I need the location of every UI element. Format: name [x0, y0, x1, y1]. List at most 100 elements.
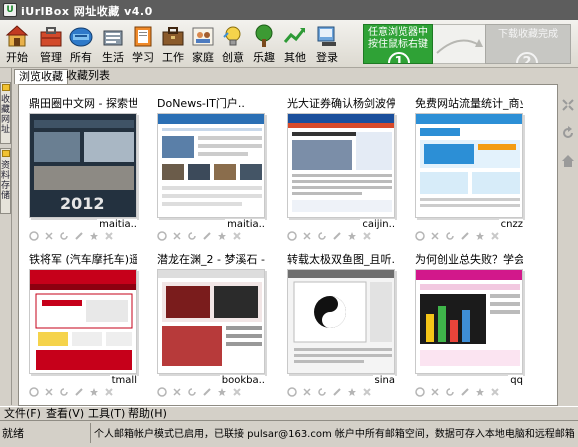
share-icon[interactable] [287, 387, 297, 397]
share-icon[interactable] [415, 231, 425, 241]
refresh-icon[interactable] [187, 231, 197, 241]
cut-icon[interactable] [172, 231, 182, 241]
card-actions [157, 231, 265, 243]
menu-file[interactable]: 文件(F) [4, 408, 41, 420]
thumbnail-caption: 2012 [60, 194, 105, 213]
page-thumbnail[interactable] [415, 269, 523, 374]
toolbar-button-label: 开始 [6, 51, 28, 64]
edit-icon[interactable] [202, 231, 212, 241]
refresh-icon[interactable] [317, 231, 327, 241]
bookmark-card[interactable]: 为何创业总失败？学会.. qq [415, 253, 523, 399]
bookmark-card[interactable]: 转载太极双鱼图_且听.. sina [287, 253, 395, 399]
cut-icon[interactable] [44, 231, 54, 241]
page-thumbnail[interactable] [157, 113, 265, 218]
edit-icon[interactable] [332, 231, 342, 241]
toolbar-button-other[interactable]: 其他 [280, 22, 310, 66]
star-icon[interactable] [89, 387, 99, 397]
refresh-icon[interactable] [445, 231, 455, 241]
notebook-icon [134, 26, 152, 47]
toolbar-button-creative[interactable]: 创意 [218, 22, 248, 66]
delete-icon[interactable] [232, 231, 242, 241]
bookmark-title[interactable]: 免费网站流量统计_商业.. [415, 97, 523, 111]
bookmark-title[interactable]: 转载太极双鱼图_且听.. [287, 253, 395, 267]
side-tab-storage[interactable]: 资料存储 [0, 148, 11, 214]
toolbar-button-life[interactable]: 生活 [98, 22, 128, 66]
bookmark-title[interactable]: 为何创业总失败？学会.. [415, 253, 523, 267]
toolbar-button-work[interactable]: 工作 [158, 22, 188, 66]
share-icon[interactable] [157, 231, 167, 241]
star-icon[interactable] [217, 387, 227, 397]
edit-icon[interactable] [460, 231, 470, 241]
cut-icon[interactable] [172, 387, 182, 397]
toolbar-button-login[interactable]: 登录 [312, 22, 342, 66]
cut-icon[interactable] [302, 387, 312, 397]
share-icon[interactable] [287, 231, 297, 241]
refresh-icon[interactable] [187, 387, 197, 397]
delete-icon[interactable] [232, 387, 242, 397]
star-icon[interactable] [475, 231, 485, 241]
page-thumbnail[interactable] [157, 269, 265, 374]
side-tab-bookmarks[interactable]: 收藏网址 [0, 82, 11, 144]
edit-icon[interactable] [332, 387, 342, 397]
refresh-icon[interactable] [445, 387, 455, 397]
bookmark-title[interactable]: 鼎田圈中文网 - 探索世界.. [29, 97, 137, 111]
bookmark-card[interactable]: 鼎田圈中文网 - 探索世界.. 2012 maitia.. [29, 97, 137, 243]
toolbar-button-study[interactable]: 学习 [128, 22, 158, 66]
cut-icon[interactable] [430, 387, 440, 397]
home-icon[interactable] [561, 154, 575, 168]
toolbar-button-fun[interactable]: 乐趣 [249, 22, 279, 66]
star-icon[interactable] [475, 387, 485, 397]
page-thumbnail[interactable] [287, 113, 395, 218]
share-icon[interactable] [29, 231, 39, 241]
refresh-icon[interactable] [317, 387, 327, 397]
bookmark-domain: sina [372, 375, 395, 387]
toolbar-button-start[interactable]: 开始 [2, 22, 32, 66]
bookmark-title[interactable]: 潜龙在渊_2 - 梦溪石 -.. [157, 253, 265, 267]
refresh-icon[interactable] [59, 231, 69, 241]
toolbar-button-all[interactable]: 所有 [66, 22, 96, 66]
delete-icon[interactable] [362, 231, 372, 241]
menu-help[interactable]: 帮助(H) [128, 408, 167, 420]
bookmark-card[interactable]: 铁将军 (汽车摩托车)遥.. tmall [29, 253, 137, 399]
delete-icon[interactable] [362, 387, 372, 397]
menu-tools[interactable]: 工具(T) [88, 408, 125, 420]
bookmark-title[interactable]: 铁将军 (汽车摩托车)遥.. [29, 253, 137, 267]
tab-browse-bookmarks[interactable]: 浏览收藏 [14, 69, 68, 84]
toolbar-button-manage[interactable]: 管理 [36, 22, 66, 66]
star-icon[interactable] [89, 231, 99, 241]
star-icon[interactable] [217, 231, 227, 241]
delete-icon[interactable] [490, 231, 500, 241]
share-icon[interactable] [29, 387, 39, 397]
edit-icon[interactable] [460, 387, 470, 397]
delete-icon[interactable] [104, 231, 114, 241]
share-icon[interactable] [157, 387, 167, 397]
delete-icon[interactable] [490, 387, 500, 397]
star-icon[interactable] [347, 387, 357, 397]
delete-icon[interactable] [104, 387, 114, 397]
page-thumbnail[interactable]: 2012 [29, 113, 137, 218]
cut-icon[interactable] [302, 231, 312, 241]
menu-view[interactable]: 查看(V) [46, 408, 84, 420]
bookmark-card[interactable]: 免费网站流量统计_商业.. cnzz [415, 97, 523, 243]
bookmark-title[interactable]: 光大证券确认杨剑波停职.. [287, 97, 395, 111]
edit-icon[interactable] [74, 387, 84, 397]
bookmark-card[interactable]: 光大证券确认杨剑波停职.. caijin.. [287, 97, 395, 243]
bookmark-card[interactable]: DoNews-IT门户.. maitia.. [157, 97, 265, 243]
page-thumbnail[interactable] [415, 113, 523, 218]
page-thumbnail[interactable] [29, 269, 137, 374]
bookmark-title[interactable]: DoNews-IT门户.. [157, 97, 265, 111]
toolbar-button-label: 学习 [132, 51, 154, 64]
refresh-icon[interactable] [59, 387, 69, 397]
edit-icon[interactable] [202, 387, 212, 397]
share-icon[interactable] [415, 387, 425, 397]
edit-icon[interactable] [74, 231, 84, 241]
toolbar-button-family[interactable]: 家庭 [188, 22, 218, 66]
bookmark-card[interactable]: 潜龙在渊_2 - 梦溪石 -.. bookba.. [157, 253, 265, 399]
shrink-icon[interactable] [561, 98, 575, 112]
tab-bookmark-list[interactable]: 收藏列表 [62, 69, 114, 84]
star-icon[interactable] [347, 231, 357, 241]
page-thumbnail[interactable] [287, 269, 395, 374]
cut-icon[interactable] [44, 387, 54, 397]
cut-icon[interactable] [430, 231, 440, 241]
refresh-icon[interactable] [561, 126, 575, 140]
